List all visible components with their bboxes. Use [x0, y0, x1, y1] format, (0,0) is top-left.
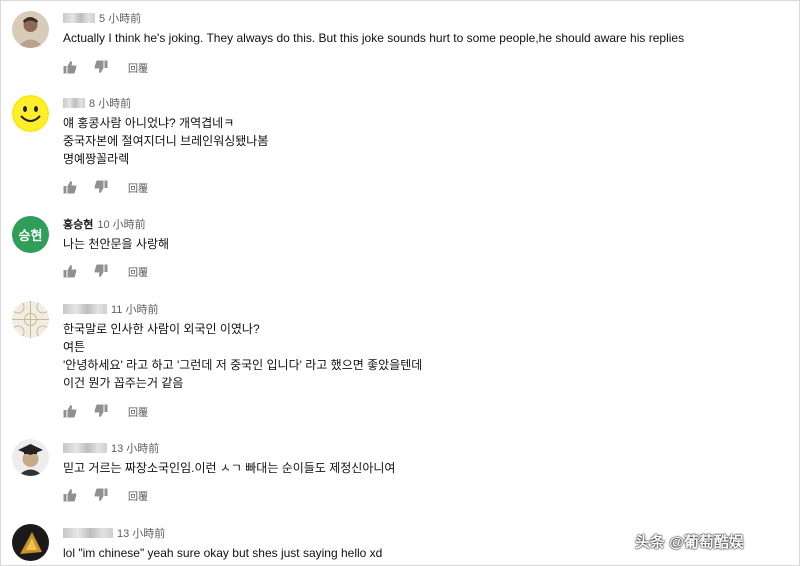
reply-button[interactable]: 回覆: [128, 404, 148, 419]
comment-text: lol "im chinese" yeah sure okay but shes…: [63, 544, 382, 562]
author-name[interactable]: [63, 528, 113, 538]
like-icon[interactable]: [63, 180, 77, 194]
comment-text: Actually I think he's joking. They alway…: [63, 29, 684, 47]
comment-line: 나는 천안문을 사랑해: [63, 237, 170, 251]
dislike-icon[interactable]: [94, 488, 108, 502]
watermark-text: 头条 @葡萄酷娱: [635, 534, 744, 551]
smiley-face-icon[interactable]: [12, 95, 49, 132]
avatar-initials: 승현: [18, 229, 43, 244]
reply-button[interactable]: 回覆: [128, 60, 148, 75]
reply-button[interactable]: 回覆: [128, 180, 148, 195]
like-icon[interactable]: [63, 60, 77, 74]
comment-text: 한국말로 인사한 사람이 외국인 이였나? 여튼 '안녕하세요' 라고 하고 '…: [63, 320, 422, 392]
dislike-icon[interactable]: [94, 404, 108, 418]
graduate-avatar-icon[interactable]: [12, 439, 49, 476]
comment-line: '안녕하세요' 라고 하고 '그런데 저 중국인 입니다' 라고 했으면 좋았을…: [63, 358, 423, 372]
comment-line: 이건 뭔가 꼽주는거 같음: [63, 376, 184, 390]
author-name[interactable]: 홍승현: [63, 216, 93, 232]
avatar-photo-icon[interactable]: [12, 11, 49, 48]
author-name[interactable]: [63, 443, 107, 453]
dislike-icon[interactable]: [94, 60, 108, 74]
comment-text: 나는 천안문을 사랑해: [63, 235, 169, 253]
initials-avatar[interactable]: 승현: [12, 216, 49, 253]
comment-line: 중국자본에 절여지더니 브레인워싱됐나봄: [63, 134, 269, 148]
comment-time[interactable]: 10 小時前: [97, 216, 145, 232]
comment-line: Actually I think he's joking. They alway…: [63, 31, 685, 45]
like-icon[interactable]: [63, 404, 77, 418]
comment-time[interactable]: 11 小時前: [111, 301, 158, 317]
author-name[interactable]: [63, 13, 95, 23]
comment-line: 명예짱꼴라렉: [63, 152, 130, 166]
reply-button[interactable]: 回覆: [128, 264, 148, 279]
comment-section: 5 小時前 Actually I think he's joking. They…: [0, 0, 800, 566]
comment-line: 얘 홍콩사람 아니었냐? 개역겹네ㅋ: [63, 116, 235, 130]
pattern-avatar-icon[interactable]: [12, 301, 49, 338]
author-name[interactable]: [63, 304, 107, 314]
dislike-icon[interactable]: [94, 264, 108, 278]
author-name[interactable]: [63, 98, 85, 108]
comment-text: 믿고 거르는 짜장소국인임.이런 ㅅㄱ 빠대는 순이들도 제정신아니여: [63, 459, 395, 477]
comment-text: 얘 홍콩사람 아니었냐? 개역겹네ㅋ 중국자본에 절여지더니 브레인워싱됐나봄 …: [63, 114, 268, 168]
comment-line: lol "im chinese" yeah sure okay but shes…: [63, 546, 383, 560]
comment-time[interactable]: 13 小時前: [117, 525, 165, 541]
dislike-icon[interactable]: [94, 180, 108, 194]
comment-time[interactable]: 8 小時前: [89, 95, 131, 111]
like-icon[interactable]: [63, 488, 77, 502]
comment-line: 한국말로 인사한 사람이 외국인 이였나?: [63, 322, 260, 336]
like-icon[interactable]: [63, 264, 77, 278]
comment-time[interactable]: 13 小時前: [111, 440, 159, 456]
comment-time[interactable]: 5 小時前: [99, 10, 141, 26]
dark-photo-avatar-icon[interactable]: [12, 524, 49, 561]
comment-line: 믿고 거르는 짜장소국인임.이런 ㅅㄱ 빠대는 순이들도 제정신아니여: [63, 461, 396, 475]
comment-line: 여튼: [63, 340, 86, 354]
reply-button[interactable]: 回覆: [128, 488, 148, 503]
